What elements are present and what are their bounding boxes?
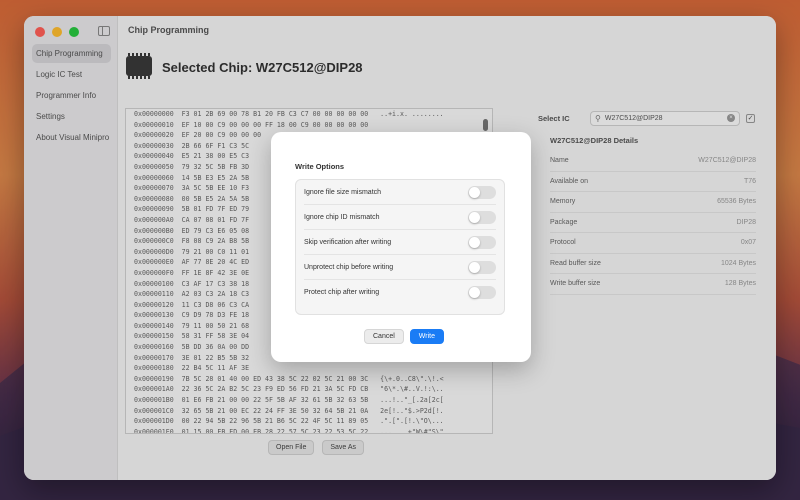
write-option-label: Ignore file size mismatch [304,188,382,196]
write-option-label: Ignore chip ID mismatch [304,213,380,221]
write-option-row: Skip verification after writing [304,230,496,255]
write-option-label: Skip verification after writing [304,238,392,246]
write-option-label: Unprotect chip before writing [304,263,394,271]
write-option-row: Protect chip after writing [304,280,496,305]
dialog-actions: Cancel Write [364,329,445,344]
write-option-row: Ignore file size mismatch [304,180,496,205]
write-option-label: Protect chip after writing [304,289,380,296]
write-option-row: Ignore chip ID mismatch [304,205,496,230]
write-option-toggle[interactable] [468,210,496,224]
write-option-toggle[interactable] [468,286,496,299]
write-options-dialog: Write Options Ignore file size mismatch I… [271,132,531,362]
cancel-button[interactable]: Cancel [364,329,404,344]
write-button[interactable]: Write [409,329,445,344]
write-option-row: Unprotect chip before writing [304,255,496,280]
write-option-toggle[interactable] [468,185,496,199]
write-options-list: Ignore file size mismatch Ignore chip ID … [295,179,505,315]
write-option-toggle[interactable] [468,260,496,274]
write-option-toggle[interactable] [468,235,496,249]
dialog-title: Write Options [295,162,345,171]
